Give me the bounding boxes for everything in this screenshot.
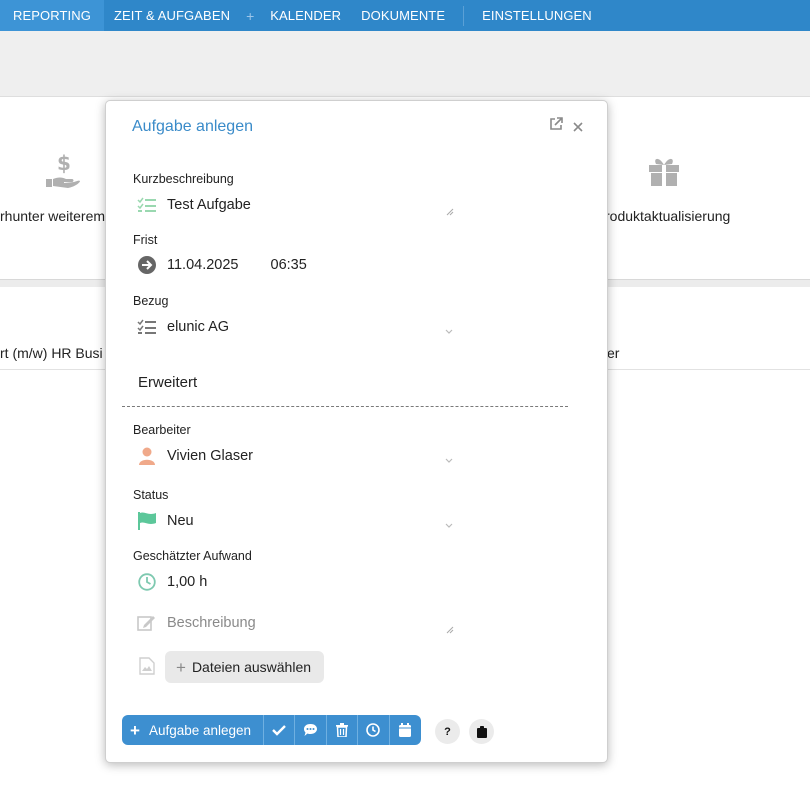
bg-row-left-text[interactable]: rt (m/w) HR Busi	[0, 345, 103, 361]
frist-time[interactable]: 06:35	[271, 257, 307, 273]
checklist-icon	[137, 317, 157, 337]
chevron-down-icon[interactable]	[444, 324, 454, 334]
frist-field[interactable]: 11.04.2025 06:35	[137, 252, 457, 278]
bg-tile-right-label[interactable]: roduktaktualisierung	[605, 208, 730, 224]
close-icon[interactable]	[573, 119, 583, 135]
calendar-icon[interactable]	[390, 715, 421, 745]
sub-toolbar	[0, 31, 810, 97]
bg-tile-left-label[interactable]: rhunter weiterem	[0, 208, 105, 224]
flag-icon	[137, 511, 157, 531]
nav-reporting[interactable]: REPORTING	[0, 0, 104, 31]
status-label: Status	[133, 488, 169, 502]
resize-handle-icon[interactable]	[446, 203, 454, 216]
external-link-icon[interactable]	[549, 117, 563, 134]
top-nav: REPORTING ZEIT & AUFGABEN + KALENDER DOK…	[0, 0, 810, 31]
checklist-icon	[137, 195, 157, 215]
bearbeiter-value[interactable]: Vivien Glaser	[167, 448, 253, 464]
chevron-down-icon[interactable]	[444, 453, 454, 463]
nav-kalender[interactable]: KALENDER	[260, 0, 351, 31]
nav-zeit-aufgaben[interactable]: ZEIT & AUFGABEN	[104, 0, 240, 31]
clipboard-icon[interactable]	[469, 719, 494, 744]
resize-handle-icon[interactable]	[446, 621, 454, 634]
bezug-select[interactable]: elunic AG	[137, 314, 457, 340]
plus-icon: +	[130, 720, 140, 740]
select-files-button[interactable]: + Dateien auswählen	[165, 651, 324, 683]
check-icon[interactable]	[264, 715, 296, 745]
aufwand-field[interactable]: 1,00 h	[137, 569, 457, 595]
status-select[interactable]: Neu	[137, 508, 457, 534]
dialog-title: Aufgabe anlegen	[132, 118, 253, 135]
action-bar: + Aufgabe anlegen	[122, 715, 421, 745]
nav-add-icon[interactable]: +	[240, 8, 260, 24]
create-task-button[interactable]: + Aufgabe anlegen	[122, 715, 265, 745]
kurzbeschreibung-field[interactable]: Test Aufgabe	[137, 192, 457, 218]
svg-text:$: $	[57, 153, 71, 175]
file-image-icon	[139, 657, 155, 678]
frist-date[interactable]: 11.04.2025	[167, 257, 239, 273]
nav-dokumente[interactable]: DOKUMENTE	[351, 0, 455, 31]
beschreibung-placeholder[interactable]: Beschreibung	[167, 615, 256, 631]
kurzbeschreibung-label: Kurzbeschreibung	[133, 172, 234, 186]
hand-dollar-icon: $	[44, 151, 82, 192]
clock-icon[interactable]	[358, 715, 390, 745]
clock-icon	[137, 572, 157, 592]
beschreibung-field[interactable]: Beschreibung	[137, 610, 457, 636]
user-avatar-icon	[137, 446, 157, 466]
aufwand-value[interactable]: 1,00 h	[167, 574, 207, 590]
section-divider-dashed	[122, 406, 568, 407]
bearbeiter-select[interactable]: Vivien Glaser	[137, 443, 457, 469]
create-task-dialog: Aufgabe anlegen Kurzbeschreibung Test Au…	[105, 100, 608, 763]
gift-icon	[647, 156, 681, 191]
arrow-circle-right-icon	[137, 255, 157, 275]
nav-einstellungen[interactable]: EINSTELLUNGEN	[472, 0, 602, 31]
section-erweitert[interactable]: Erweitert	[138, 374, 197, 391]
bearbeiter-label: Bearbeiter	[133, 423, 191, 437]
edit-icon	[137, 613, 157, 633]
comment-icon[interactable]	[295, 715, 327, 745]
bezug-label: Bezug	[133, 294, 169, 308]
create-task-label: Aufgabe anlegen	[148, 722, 252, 738]
plus-icon: +	[176, 657, 186, 677]
frist-label: Frist	[133, 233, 158, 247]
bg-row-right-text[interactable]: er	[607, 345, 619, 361]
nav-separator	[463, 5, 465, 26]
kurzbeschreibung-value[interactable]: Test Aufgabe	[167, 197, 251, 213]
bezug-value[interactable]: elunic AG	[167, 319, 229, 335]
chevron-down-icon[interactable]	[444, 518, 454, 528]
help-button[interactable]: ?	[435, 719, 460, 744]
status-value[interactable]: Neu	[167, 513, 194, 529]
aufwand-label: Geschätzter Aufwand	[133, 549, 252, 563]
select-files-label: Dateien auswählen	[191, 659, 312, 675]
trash-icon[interactable]	[327, 715, 359, 745]
